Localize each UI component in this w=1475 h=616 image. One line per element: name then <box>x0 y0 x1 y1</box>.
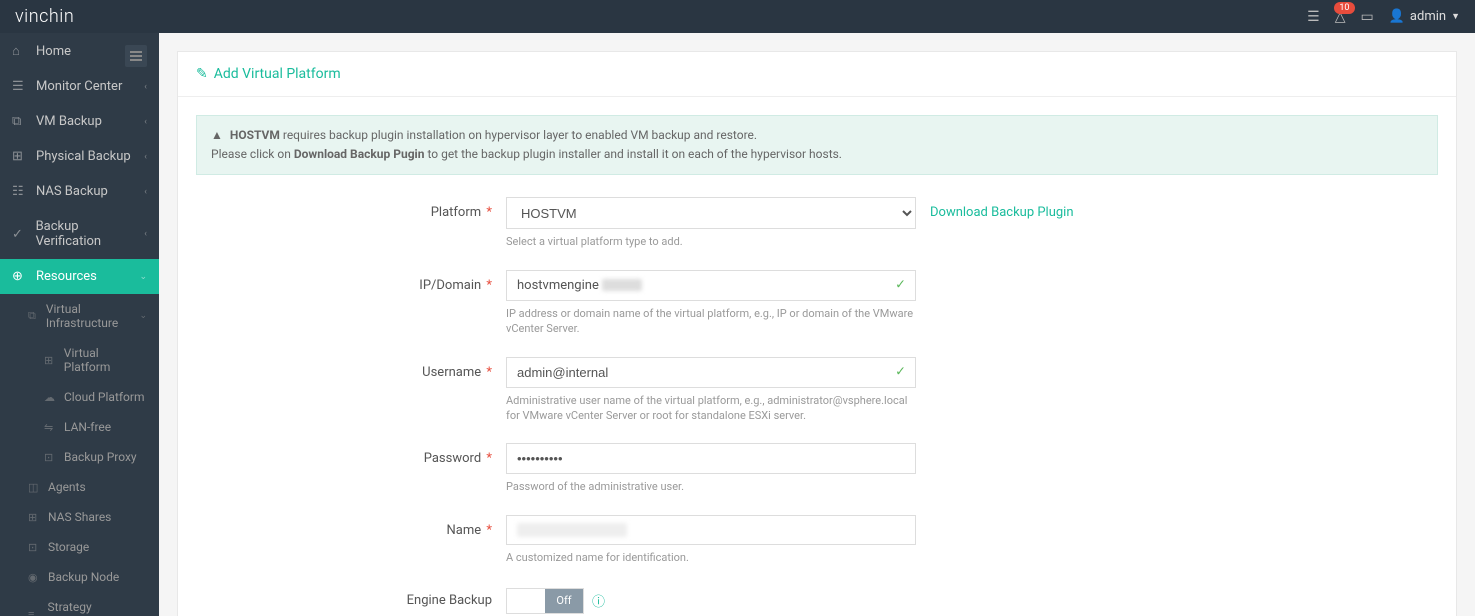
storage-icon: ⊡ <box>28 541 42 554</box>
nav-label: Cloud Platform <box>64 390 144 404</box>
nav-backup-node[interactable]: ◉ Backup Node <box>0 562 159 592</box>
nav-virtual-infrastructure[interactable]: ⧉ Virtual Infrastructure ⌄ <box>0 294 159 338</box>
nav-label: Strategy Templates <box>48 600 147 616</box>
monitor-icon[interactable]: ▭ <box>1361 9 1374 25</box>
nav-storage[interactable]: ⊡ Storage <box>0 532 159 562</box>
platform-label: Platform * <box>196 197 506 263</box>
nav-agents[interactable]: ◫ Agents <box>0 472 159 502</box>
engine-toggle[interactable]: Off <box>506 588 584 614</box>
shares-icon: ⊞ <box>28 511 42 524</box>
main-content: ✎ Add Virtual Platform ▲ HOSTVM requires… <box>159 33 1475 616</box>
chevron-icon: ‹ <box>144 117 147 127</box>
nav-vm-backup[interactable]: ⧉ VM Backup ‹ <box>0 104 159 139</box>
warning-icon: ▲ <box>211 128 223 142</box>
infra-icon: ⧉ <box>28 309 40 323</box>
nav-cloud-platform[interactable]: ☁ Cloud Platform <box>0 382 159 412</box>
chevron-icon: ‹ <box>144 187 147 197</box>
username-label: Username * <box>196 357 506 438</box>
nav-label: LAN-free <box>64 420 111 434</box>
vm-icon: ⧉ <box>12 114 28 129</box>
list-icon[interactable]: ☰ <box>1307 9 1320 25</box>
nav-label: Physical Backup <box>36 149 131 164</box>
ipdomain-label: IP/Domain * <box>196 270 506 351</box>
nav-label: Storage <box>48 540 89 554</box>
agents-icon: ◫ <box>28 481 42 494</box>
engine-label: Engine Backup <box>196 585 506 616</box>
nav-label: Home <box>36 44 71 59</box>
nav-nas-shares[interactable]: ⊞ NAS Shares <box>0 502 159 532</box>
nav-label: NAS Shares <box>48 510 111 524</box>
nav-label: Virtual Platform <box>64 346 147 374</box>
node-icon: ◉ <box>28 571 42 584</box>
app-header: vinchin ☰ △10 ▭ 👤 admin ▼ <box>0 0 1475 33</box>
username-help: Administrative user name of the virtual … <box>506 393 916 424</box>
monitor-icon: ☰ <box>12 79 28 94</box>
nav-strategy-templates[interactable]: ≡ Strategy Templates <box>0 592 159 616</box>
user-icon: 👤 <box>1389 9 1405 24</box>
valid-icon: ✓ <box>895 278 906 293</box>
chevron-down-icon: ⌄ <box>139 272 147 282</box>
name-help: A customized name for identification. <box>506 550 916 565</box>
nav-monitor-center[interactable]: ☰ Monitor Center ‹ <box>0 69 159 104</box>
nav-nas-backup[interactable]: ☷ NAS Backup ‹ <box>0 174 159 209</box>
password-help: Password of the administrative user. <box>506 479 916 494</box>
edit-icon: ✎ <box>196 66 208 82</box>
platform-help: Select a virtual platform type to add. <box>506 234 916 249</box>
nav-label: Virtual Infrastructure <box>46 302 140 330</box>
chevron-down-icon: ▼ <box>1451 11 1460 22</box>
resources-icon: ⊕ <box>12 269 28 284</box>
alert-box: ▲ HOSTVM requires backup plugin installa… <box>196 115 1438 175</box>
nas-icon: ☷ <box>12 184 28 199</box>
logo: vinchin <box>15 6 74 27</box>
name-label: Name * <box>196 515 506 579</box>
cloud-icon: ☁ <box>44 391 58 404</box>
chevron-icon: ‹ <box>144 229 147 239</box>
chevron-icon: ‹ <box>144 152 147 162</box>
home-icon: ⌂ <box>12 43 28 59</box>
download-plugin-link[interactable]: Download Backup Plugin <box>930 205 1074 220</box>
nav-virtual-platform[interactable]: ⊞ Virtual Platform <box>0 338 159 382</box>
nav-label: Backup Verification <box>36 219 145 249</box>
platform-select[interactable]: HOSTVM <box>506 197 916 229</box>
nav-physical-backup[interactable]: ⊞ Physical Backup ‹ <box>0 139 159 174</box>
nav-label: Agents <box>48 480 86 494</box>
nav-label: NAS Backup <box>36 184 108 199</box>
notification-icon[interactable]: △10 <box>1335 9 1346 25</box>
platform-icon: ⊞ <box>44 354 58 367</box>
ipdomain-help: IP address or domain name of the virtual… <box>506 306 916 337</box>
nav-label: Backup Node <box>48 570 119 584</box>
password-label: Password * <box>196 443 506 508</box>
user-label: admin <box>1410 9 1446 24</box>
ipdomain-input[interactable]: hostvmengine <box>506 270 916 301</box>
password-input[interactable] <box>506 443 916 474</box>
name-input[interactable] <box>506 515 916 545</box>
user-menu[interactable]: 👤 admin ▼ <box>1389 9 1460 24</box>
nav-backup-verification[interactable]: ✓ Backup Verification ‹ <box>0 209 159 259</box>
proxy-icon: ⊡ <box>44 451 58 464</box>
physical-icon: ⊞ <box>12 149 28 164</box>
nav-lan-free[interactable]: ⇋ LAN-free <box>0 412 159 442</box>
info-icon[interactable]: ⓘ <box>592 591 605 610</box>
chevron-icon: ‹ <box>144 82 147 92</box>
lan-icon: ⇋ <box>44 421 58 434</box>
nav-resources[interactable]: ⊕ Resources ⌄ <box>0 259 159 294</box>
chevron-icon: ⌄ <box>139 311 147 321</box>
verify-icon: ✓ <box>12 227 28 242</box>
nav-label: Backup Proxy <box>64 450 137 464</box>
nav-label: Resources <box>36 269 97 284</box>
nav-label: VM Backup <box>36 114 102 129</box>
sidebar: ⌂ Home ☰ Monitor Center ‹ ⧉ VM Backup ‹ … <box>0 33 159 616</box>
valid-icon: ✓ <box>895 365 906 380</box>
template-icon: ≡ <box>28 608 42 616</box>
nav-home[interactable]: ⌂ Home <box>0 33 159 69</box>
panel-title: ✎ Add Virtual Platform <box>178 52 1456 97</box>
nav-label: Monitor Center <box>36 79 122 94</box>
nav-backup-proxy[interactable]: ⊡ Backup Proxy <box>0 442 159 472</box>
username-input[interactable] <box>506 357 916 388</box>
